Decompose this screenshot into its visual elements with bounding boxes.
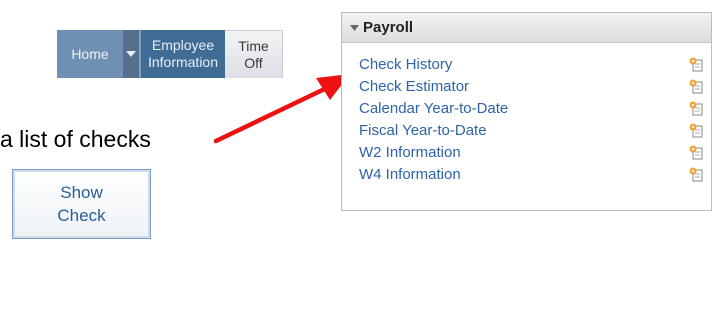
payroll-link-label: Check History — [359, 55, 453, 73]
payroll-panel: Payroll Check History Check Estimator Ca… — [341, 12, 712, 211]
payroll-link-w4-information[interactable]: W4 Information — [342, 163, 711, 185]
document-icon[interactable] — [689, 79, 703, 94]
collapse-triangle-icon[interactable] — [350, 24, 359, 31]
payroll-panel-header[interactable]: Payroll — [342, 13, 711, 43]
payroll-link-calendar-ytd[interactable]: Calendar Year-to-Date — [342, 97, 711, 119]
document-icon[interactable] — [689, 167, 703, 182]
payroll-link-list: Check History Check Estimator Calendar Y… — [342, 43, 711, 185]
payroll-link-label: Fiscal Year-to-Date — [359, 121, 487, 139]
payroll-link-w2-information[interactable]: W2 Information — [342, 141, 711, 163]
payroll-link-label: Check Estimator — [359, 77, 470, 95]
document-icon[interactable] — [689, 145, 703, 160]
payroll-link-check-estimator[interactable]: Check Estimator — [342, 75, 711, 97]
payroll-panel-title: Payroll — [363, 19, 414, 36]
document-icon[interactable] — [689, 57, 703, 72]
payroll-link-label: W4 Information — [359, 165, 461, 183]
document-icon[interactable] — [689, 101, 703, 116]
payroll-link-label: W2 Information — [359, 143, 461, 161]
payroll-link-label: Calendar Year-to-Date — [359, 99, 509, 117]
payroll-link-check-history[interactable]: Check History — [342, 53, 711, 75]
document-icon[interactable] — [689, 123, 703, 138]
payroll-link-fiscal-ytd[interactable]: Fiscal Year-to-Date — [342, 119, 711, 141]
